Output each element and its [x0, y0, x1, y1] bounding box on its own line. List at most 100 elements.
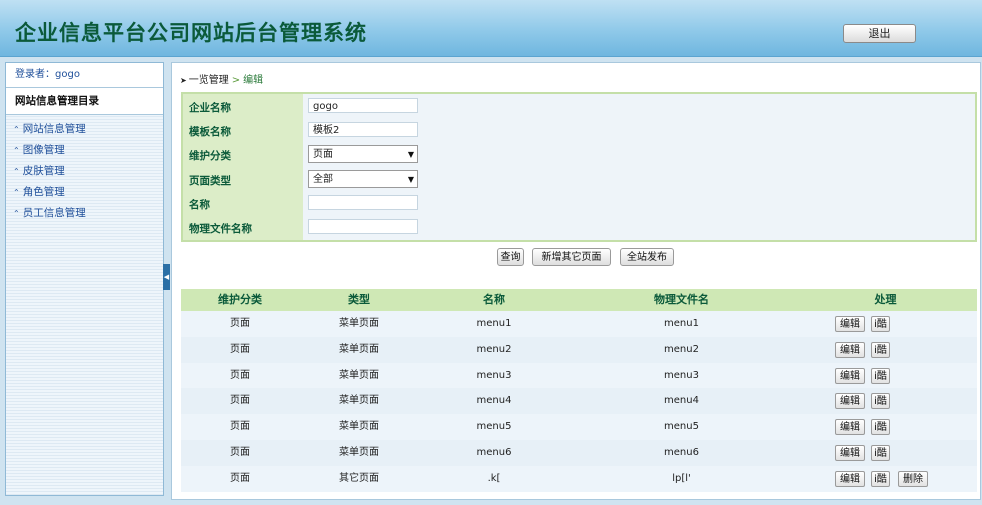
- cell-filename: menu1: [664, 318, 699, 329]
- double-chevron-up-icon: ⌃: [13, 167, 20, 176]
- query-button[interactable]: 查询: [497, 248, 524, 266]
- sidebar-item-skins[interactable]: ⌃ 皮肤管理: [6, 161, 163, 182]
- cell-category: 页面: [230, 343, 250, 355]
- browse-button[interactable]: i酷: [871, 444, 890, 461]
- sidebar-item-site-info[interactable]: ⌃ 网站信息管理: [6, 119, 163, 140]
- logout-button[interactable]: 退出: [843, 24, 916, 43]
- cell-name: menu1: [476, 318, 512, 329]
- sidebar-item-label: 图像管理: [22, 144, 65, 156]
- maintenance-category-label: 维护分类: [189, 150, 231, 162]
- template-name-field[interactable]: 模板2: [308, 122, 418, 137]
- browse-button[interactable]: i酷: [871, 419, 890, 436]
- browse-button[interactable]: i酷: [871, 341, 890, 358]
- table-row: 页面 其它页面 .k[ lp[l' 编辑 i酷 删除: [181, 465, 977, 492]
- double-chevron-up-icon: ⌃: [13, 146, 20, 155]
- cell-name: menu4: [476, 395, 512, 407]
- cell-type: 菜单页面: [339, 318, 379, 329]
- table-header: 维护分类 类型 名称 物理文件名 处理: [181, 289, 977, 311]
- cell-category: 页面: [230, 421, 250, 433]
- cell-filename: menu6: [664, 446, 699, 458]
- maintenance-category-select[interactable]: 页面 ▼: [308, 145, 418, 163]
- sidebar-item-label: 网站信息管理: [22, 123, 86, 135]
- cell-category: 页面: [230, 369, 250, 381]
- col-header-actions: 处理: [874, 293, 897, 306]
- sidebar-item-images[interactable]: ⌃ 图像管理: [6, 140, 163, 161]
- cell-filename: menu4: [664, 395, 699, 407]
- col-header-type: 类型: [348, 293, 370, 306]
- edit-button[interactable]: 编辑: [835, 367, 865, 384]
- page-type-label: 页面类型: [189, 175, 231, 187]
- table-row: 页面 菜单页面 menu6 menu6 编辑 i酷: [181, 439, 977, 466]
- cell-filename: lp[l': [672, 472, 691, 484]
- cell-filename: menu2: [664, 343, 699, 355]
- cell-type: 菜单页面: [339, 446, 379, 458]
- publish-all-button[interactable]: 全站发布: [620, 248, 674, 266]
- app-title: 企业信息平台公司网站后台管理系统: [15, 20, 367, 45]
- name-label: 名称: [189, 199, 210, 211]
- double-chevron-up-icon: ⌃: [13, 125, 20, 134]
- browse-button[interactable]: i酷: [871, 393, 890, 410]
- edit-form: 企业名称 gogo 模板名称 模板2 维护分类 页面 ▼ 页面类型 全部 ▼ 名…: [181, 92, 977, 242]
- col-header-category: 维护分类: [218, 293, 262, 306]
- breadcrumb-current: 编辑: [243, 75, 264, 86]
- cell-type: 其它页面: [339, 472, 379, 484]
- sidebar-item-employees[interactable]: ⌃ 员工信息管理: [6, 203, 163, 224]
- cell-name: .k[: [487, 472, 501, 484]
- delete-button[interactable]: 删除: [898, 470, 928, 487]
- cell-category: 页面: [230, 446, 250, 458]
- edit-button[interactable]: 编辑: [835, 393, 865, 410]
- company-name-label: 企业名称: [189, 102, 231, 114]
- physical-filename-label: 物理文件名称: [189, 223, 252, 235]
- name-field[interactable]: [308, 195, 418, 210]
- sidebar: 登录者：gogo 网站信息管理目录 ⌃ 网站信息管理 ⌃ 图像管理 ⌃ 皮肤管理 ⌃ 角…: [5, 62, 164, 496]
- cell-category: 页面: [230, 395, 250, 407]
- table-row: 页面 菜单页面 menu1 menu1 编辑 i酷: [181, 311, 977, 337]
- page-type-value: 全部: [313, 174, 333, 185]
- physical-filename-field[interactable]: [308, 219, 418, 234]
- sidebar-toggle[interactable]: ◀: [163, 264, 170, 290]
- cell-filename: menu3: [664, 369, 699, 381]
- double-chevron-up-icon: ⌃: [13, 188, 20, 197]
- sidebar-item-label: 员工信息管理: [22, 207, 86, 219]
- company-name-field[interactable]: gogo: [308, 98, 418, 113]
- cell-type: 菜单页面: [339, 369, 379, 381]
- add-other-page-button[interactable]: 新增其它页面: [532, 248, 611, 266]
- browse-button[interactable]: i酷: [871, 470, 890, 487]
- chevron-down-icon: ▼: [407, 175, 414, 184]
- cell-type: 菜单页面: [339, 421, 379, 433]
- template-name-label: 模板名称: [189, 126, 231, 138]
- table-body: 页面 菜单页面 menu1 menu1 编辑 i酷 页面 菜单页面 menu2 menu2 编辑 i酷…: [181, 311, 977, 492]
- breadcrumb-root[interactable]: 一览管理: [189, 75, 229, 86]
- main-panel: ➤ 一览管理 > 编辑 企业名称 gogo 模板名称 模板2 维护分类 页面 ▼ 页面…: [171, 62, 981, 500]
- page-type-select[interactable]: 全部 ▼: [308, 170, 418, 188]
- sidebar-item-label: 角色管理: [22, 186, 65, 198]
- cell-type: 菜单页面: [339, 395, 379, 407]
- col-header-name: 名称: [483, 293, 505, 306]
- edit-button[interactable]: 编辑: [835, 470, 865, 487]
- edit-button[interactable]: 编辑: [835, 316, 865, 332]
- edit-button[interactable]: 编辑: [835, 419, 865, 436]
- browse-button[interactable]: i酷: [871, 367, 890, 384]
- header-bar: 企业信息平台公司网站后台管理系统 退出: [0, 0, 982, 57]
- cell-category: 页面: [230, 472, 250, 484]
- cell-name: menu5: [476, 421, 512, 433]
- maintenance-category-value: 页面: [313, 149, 333, 160]
- sidebar-item-label: 皮肤管理: [22, 165, 65, 177]
- edit-button[interactable]: 编辑: [835, 341, 865, 358]
- cell-name: menu6: [476, 446, 512, 458]
- cell-category: 页面: [230, 318, 250, 329]
- browse-button[interactable]: i酷: [871, 316, 890, 332]
- edit-button[interactable]: 编辑: [835, 444, 865, 461]
- collapse-left-icon: ◀: [163, 273, 170, 281]
- col-header-filename: 物理文件名: [654, 293, 709, 306]
- cell-filename: menu5: [664, 421, 699, 433]
- cell-type: 菜单页面: [339, 343, 379, 355]
- table-row: 页面 菜单页面 menu3 menu3 编辑 i酷: [181, 362, 977, 389]
- table-row: 页面 菜单页面 menu2 menu2 编辑 i酷: [181, 336, 977, 363]
- directory-title: 网站信息管理目录: [6, 88, 163, 115]
- sidebar-menu: ⌃ 网站信息管理 ⌃ 图像管理 ⌃ 皮肤管理 ⌃ 角色管理 ⌃ 员工信息管理: [6, 115, 163, 224]
- cell-name: menu3: [476, 369, 512, 381]
- sidebar-item-roles[interactable]: ⌃ 角色管理: [6, 182, 163, 203]
- form-label-column: [183, 94, 303, 240]
- table-row: 页面 菜单页面 menu4 menu4 编辑 i酷: [181, 388, 977, 415]
